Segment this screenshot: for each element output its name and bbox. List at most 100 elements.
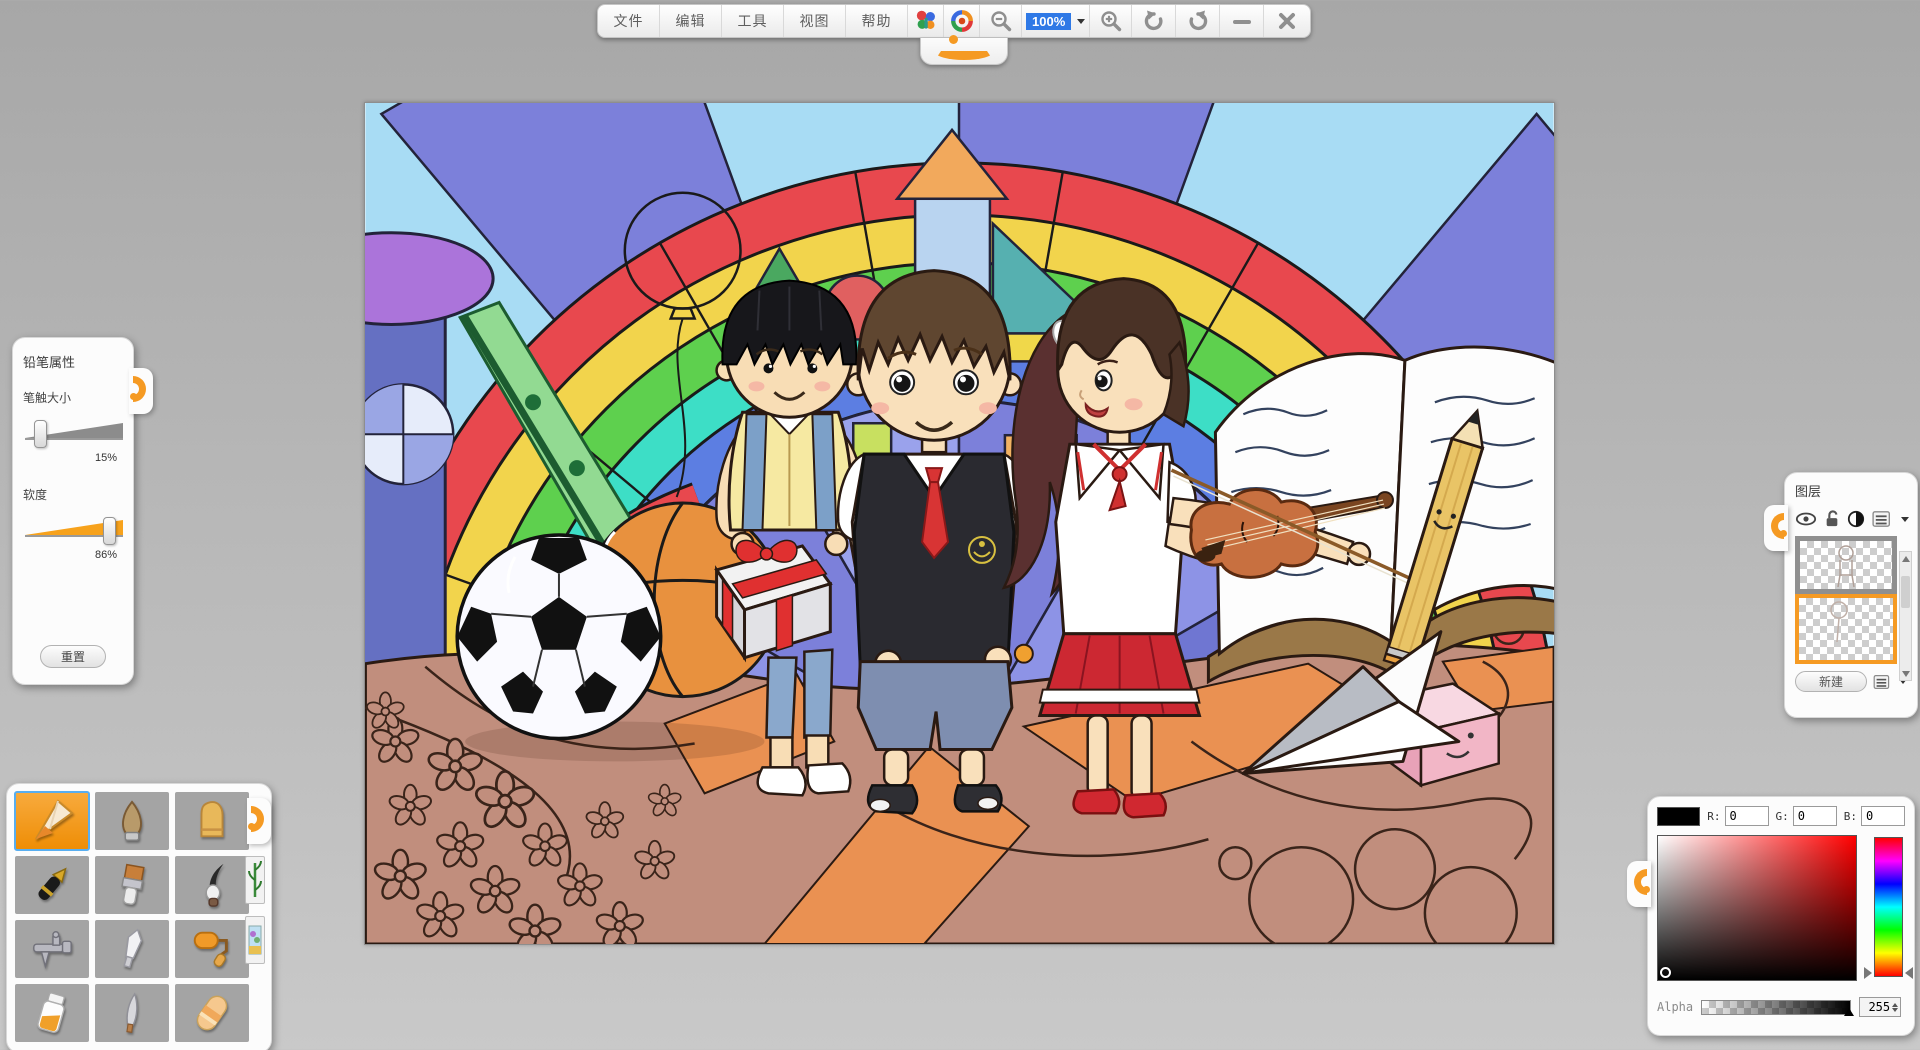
rainbow-flower-icon <box>914 9 938 33</box>
minimize-icon <box>1231 10 1253 32</box>
minimize-button[interactable] <box>1220 5 1264 37</box>
scroll-up-icon[interactable] <box>1900 552 1911 565</box>
picture-pack-icon <box>248 920 262 960</box>
magnifier-minus-icon <box>989 9 1013 33</box>
redo-icon <box>1186 9 1210 33</box>
undo-button[interactable] <box>1132 5 1176 37</box>
hue-slider[interactable] <box>1874 837 1903 977</box>
tool-palette-knife[interactable] <box>95 920 169 978</box>
tool-palette-handle[interactable] <box>247 798 271 844</box>
zoom-out-button[interactable] <box>980 5 1022 37</box>
brush-size-slider-thumb[interactable] <box>34 420 47 448</box>
saturation-value-field[interactable] <box>1657 835 1857 981</box>
alpha-down-icon[interactable] <box>1892 1008 1898 1012</box>
layers-scrollbar[interactable] <box>1899 551 1912 681</box>
g-label: G: <box>1776 810 1789 823</box>
softness-value: 86% <box>23 549 117 561</box>
hue-marker-left[interactable] <box>1864 967 1872 979</box>
hue-marker-right[interactable] <box>1905 967 1913 979</box>
softness-label: 软度 <box>23 486 123 503</box>
paint-jar-tool-icon <box>29 990 75 1036</box>
tool-crayon[interactable] <box>175 792 249 850</box>
clown-left-eye-button[interactable] <box>908 5 944 37</box>
sv-cursor[interactable] <box>1660 967 1671 978</box>
tool-liner-blade[interactable] <box>95 984 169 1042</box>
alpha-up-icon[interactable] <box>1892 1003 1898 1007</box>
alpha-spinner <box>1859 997 1901 1017</box>
color-picker-panel: R: G: B: Alpha <box>1647 796 1915 1036</box>
layer-item-active[interactable] <box>1795 594 1897 664</box>
wooden-pencil-tool-icon <box>109 798 155 844</box>
layer-item-sketch[interactable] <box>1795 536 1897 594</box>
visibility-eye-icon[interactable] <box>1795 511 1817 527</box>
tool-paint-jar[interactable] <box>15 984 89 1042</box>
app-window: { "toolbar": { "menus": ["文件", "编辑", "工具… <box>0 0 1920 1050</box>
layers-panel-handle[interactable] <box>1764 505 1788 551</box>
zoom-in-button[interactable] <box>1090 5 1132 37</box>
tool-eraser[interactable] <box>175 984 249 1042</box>
tool-paint-roller[interactable] <box>175 920 249 978</box>
layers-panel-title: 图层 <box>1795 481 1911 500</box>
pencil-panel-title: 铅笔属性 <box>23 352 123 371</box>
rgb-row: R: G: B: <box>1657 806 1905 826</box>
tool-pencil[interactable] <box>15 792 89 850</box>
eraser-tool-icon <box>189 990 235 1036</box>
opacity-contrast-icon[interactable] <box>1847 510 1865 528</box>
new-layer-button[interactable]: 新建 <box>1795 671 1867 692</box>
tool-flat-brush[interactable] <box>95 856 169 914</box>
clown-right-eye-button[interactable] <box>944 5 980 37</box>
tool-ink-brush[interactable] <box>175 856 249 914</box>
scroll-down-icon[interactable] <box>1900 667 1911 680</box>
current-color-swatch[interactable] <box>1657 807 1700 826</box>
pencil-panel-handle[interactable] <box>129 368 153 414</box>
menu-tools[interactable]: 工具 <box>722 5 784 37</box>
soccer-ball <box>457 535 661 739</box>
tool-airbrush[interactable] <box>15 920 89 978</box>
close-icon <box>1276 10 1298 32</box>
pencil-properties-panel: 铅笔属性 笔触大小 15% 软度 86% 重置 <box>12 337 134 685</box>
pencil-tool-icon <box>28 797 76 845</box>
drawing-canvas[interactable] <box>364 102 1555 945</box>
bamboo-icon <box>248 860 262 900</box>
alpha-value-input[interactable] <box>1860 1000 1890 1014</box>
r-input[interactable] <box>1725 806 1769 826</box>
zoom-level-value[interactable]: 100% <box>1026 13 1071 30</box>
tool-wooden-pencil[interactable] <box>95 792 169 850</box>
scrollbar-thumb[interactable] <box>1901 576 1910 608</box>
menu-view[interactable]: 视图 <box>784 5 846 37</box>
airbrush-tool-icon <box>29 926 75 972</box>
brush-size-value: 15% <box>23 452 117 464</box>
magnifier-plus-icon <box>1099 9 1123 33</box>
b-input[interactable] <box>1861 806 1905 826</box>
g-input[interactable] <box>1793 806 1837 826</box>
tool-grid <box>15 792 249 1042</box>
clown-mouth-tab[interactable] <box>920 38 1008 65</box>
brush-size-slider[interactable] <box>25 414 121 444</box>
tool-fountain-pen[interactable] <box>15 856 89 914</box>
layers-options-icon[interactable] <box>1873 674 1893 690</box>
alpha-row: Alpha <box>1657 997 1907 1017</box>
tool-palette-panel <box>6 783 272 1050</box>
clown-nose-icon <box>949 35 958 44</box>
reset-button[interactable]: 重置 <box>40 645 106 668</box>
layers-panel: 图层 <box>1784 472 1918 718</box>
zoom-caret-down-icon[interactable] <box>1077 19 1085 24</box>
bamboo-pack-button[interactable] <box>245 856 265 904</box>
layer-menu-icon[interactable] <box>1872 510 1894 528</box>
clown-smile-icon <box>935 44 993 60</box>
lock-open-icon[interactable] <box>1824 510 1840 528</box>
redo-button[interactable] <box>1176 5 1220 37</box>
softness-slider[interactable] <box>25 511 121 541</box>
crayon-tool-icon <box>189 798 235 844</box>
close-button[interactable] <box>1264 5 1310 37</box>
menu-file[interactable]: 文件 <box>598 5 660 37</box>
rainbow-swirl-icon <box>950 9 974 33</box>
menu-edit[interactable]: 编辑 <box>660 5 722 37</box>
softness-slider-thumb[interactable] <box>103 517 116 545</box>
picture-pack-button[interactable] <box>245 916 265 964</box>
alpha-marker[interactable] <box>1844 1008 1854 1016</box>
menu-help[interactable]: 帮助 <box>846 5 908 37</box>
color-panel-handle[interactable] <box>1627 861 1651 907</box>
alpha-slider[interactable] <box>1701 1000 1851 1015</box>
layer-menu-caret-icon[interactable] <box>1901 517 1909 522</box>
